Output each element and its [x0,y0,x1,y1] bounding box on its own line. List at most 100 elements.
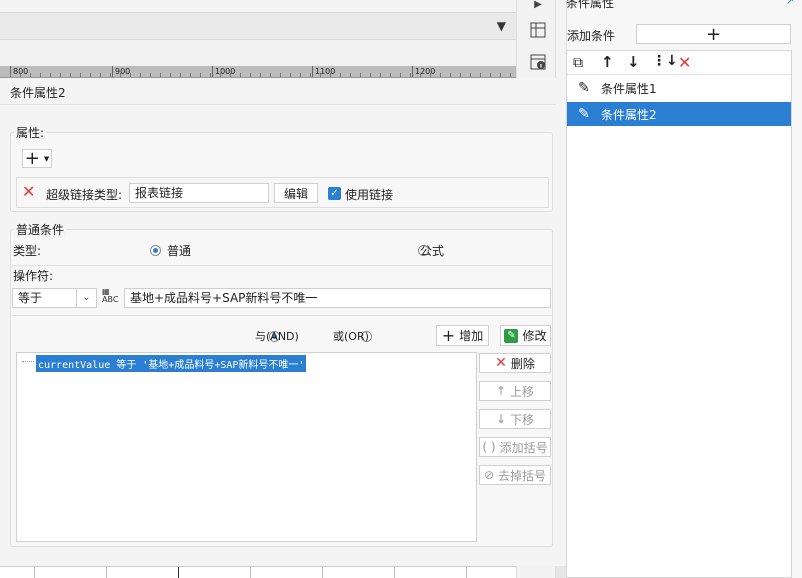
type-formula-label: 公式 [420,244,445,258]
hyperlink-type-field[interactable]: 报表链接 [129,183,269,203]
operator-value: 等于 [18,291,43,305]
ruler-minor-tick [50,73,51,77]
arrow-down-icon: ↓ [495,412,507,426]
remove-property-icon[interactable]: ✕ [22,184,35,200]
arrow-down-icon[interactable]: ↓ [627,53,640,71]
list-item-label: 条件属性1 [601,81,657,96]
move-up-button[interactable]: ↑ 上移 [479,381,551,401]
hyperlink-type-label: 超级链接类型: [46,188,123,202]
ruler-tick: 1000 [212,66,235,77]
horizontal-ruler: 800 900 1000 1100 1200 [0,66,516,78]
condition-value-field[interactable]: 基地+成品料号+SAP新料号不唯一 [124,288,551,308]
ruler-minor-tick [60,73,61,77]
condition-list[interactable] [16,352,477,542]
panel-title: 条件属性2 [10,86,66,100]
ruler-minor-tick [190,73,191,77]
top-edge [0,0,516,12]
ruler-minor-tick [500,73,501,77]
plus-icon: + [441,325,456,345]
grid-line [394,567,395,578]
ruler-minor-tick [260,73,261,77]
add-bracket-label: 添加括号 [499,440,548,455]
delete-icon[interactable]: ✕ [678,53,691,72]
operator-select[interactable]: 等于 ⌄ [12,288,97,308]
ruler-minor-tick [70,73,71,77]
modify-label: 修改 [522,329,547,343]
chevron-down-icon[interactable]: ⌄ [76,289,96,307]
ruler-minor-tick [490,73,491,77]
add-condition-button[interactable]: + 增加 [436,325,489,346]
grid-line [178,567,179,578]
ruler-minor-tick [110,73,111,77]
add-label: 增加 [459,329,484,343]
freeze-grid-icon[interactable] [529,22,547,40]
add-condition-label: 添加条件 [567,29,616,43]
modify-condition-button[interactable]: ✎ 修改 [500,325,551,346]
and-label: 与(AND) [255,330,299,343]
type-normal-radio[interactable] [150,245,161,256]
remove-bracket-button[interactable]: ⊘ 去掉括号 [479,465,551,485]
ruler-minor-tick [410,73,411,77]
ruler-minor-tick [340,73,341,77]
collapse-arrow-icon[interactable]: ▶ [529,0,547,14]
ruler-minor-tick [100,73,101,77]
ruler-minor-tick [400,73,401,77]
conditions-group-label: 普通条件 [14,221,67,238]
add-bracket-button[interactable]: ( ) 添加括号 [479,437,551,457]
arrow-up-icon: ↑ [495,384,507,398]
ruler-minor-tick [310,73,311,77]
plus-icon: + [24,147,40,169]
sort-icon[interactable]: ⋮↓ [652,53,678,69]
ruler-minor-tick [450,73,451,77]
ruler-minor-tick [480,73,481,77]
ruler-minor-tick [510,73,511,77]
ruler-minor-tick [240,73,241,77]
arrow-up-icon[interactable]: ↑ [601,53,614,71]
bracket-icon: ( ) [482,440,496,454]
modify-icon: ✎ [504,328,519,343]
pencil-icon: ✎ [578,80,590,96]
remove-bracket-label: 去掉括号 [498,468,547,483]
dropdown-toolbar-icon[interactable]: ▼ [497,19,506,33]
use-link-checkbox[interactable]: ✓ [328,187,341,200]
list-item[interactable]: ✎ 条件属性1 [567,76,791,100]
ruler-minor-tick [390,73,391,77]
expand-icon[interactable]: ↗ [786,0,794,7]
delete-icon: ✕ [495,355,507,371]
edit-button[interactable]: 编辑 [274,183,318,203]
grid-line [250,567,251,578]
cell-info-icon[interactable] [529,54,547,72]
ruler-minor-tick [30,73,31,77]
pencil-icon: ✎ [578,106,590,122]
ruler-minor-tick [170,73,171,77]
list-item-label: 条件属性2 [601,107,657,122]
canvas-blank [0,40,516,66]
divider [12,265,552,266]
ruler-minor-tick [430,73,431,77]
ruler-minor-tick [250,73,251,77]
ruler-minor-tick [210,73,211,77]
add-property-dropdown[interactable]: + ▼ [22,149,52,168]
toolbar-strip: ▼ [0,12,516,40]
ruler-minor-tick [80,73,81,77]
divider [12,315,552,316]
delete-condition-button[interactable]: ✕ 删除 [479,353,551,373]
grid-line [466,567,467,578]
remove-bracket-icon: ⊘ [483,468,495,482]
ruler-minor-tick [350,73,351,77]
ruler-minor-tick [320,73,321,77]
ruler-minor-tick [470,73,471,77]
condition-expression[interactable]: currentValue 等于 '基地+成品料号+SAP新料号不唯一' [36,355,307,372]
list-item[interactable]: ✎ 条件属性2 [567,102,791,126]
grid-line [34,567,35,578]
ruler-minor-tick [300,73,301,77]
ruler-minor-tick [220,73,221,77]
use-link-label: 使用链接 [345,188,394,202]
copy-icon[interactable]: ⧉ [573,55,583,71]
grid-line [106,567,107,578]
move-down-button[interactable]: ↓ 下移 [479,409,551,429]
add-condition-attribute-button[interactable]: + [636,24,791,45]
chevron-down-icon: ▼ [43,154,50,163]
value-type-icon[interactable]: ▦ ABC [102,288,118,304]
ruler-minor-tick [140,73,141,77]
